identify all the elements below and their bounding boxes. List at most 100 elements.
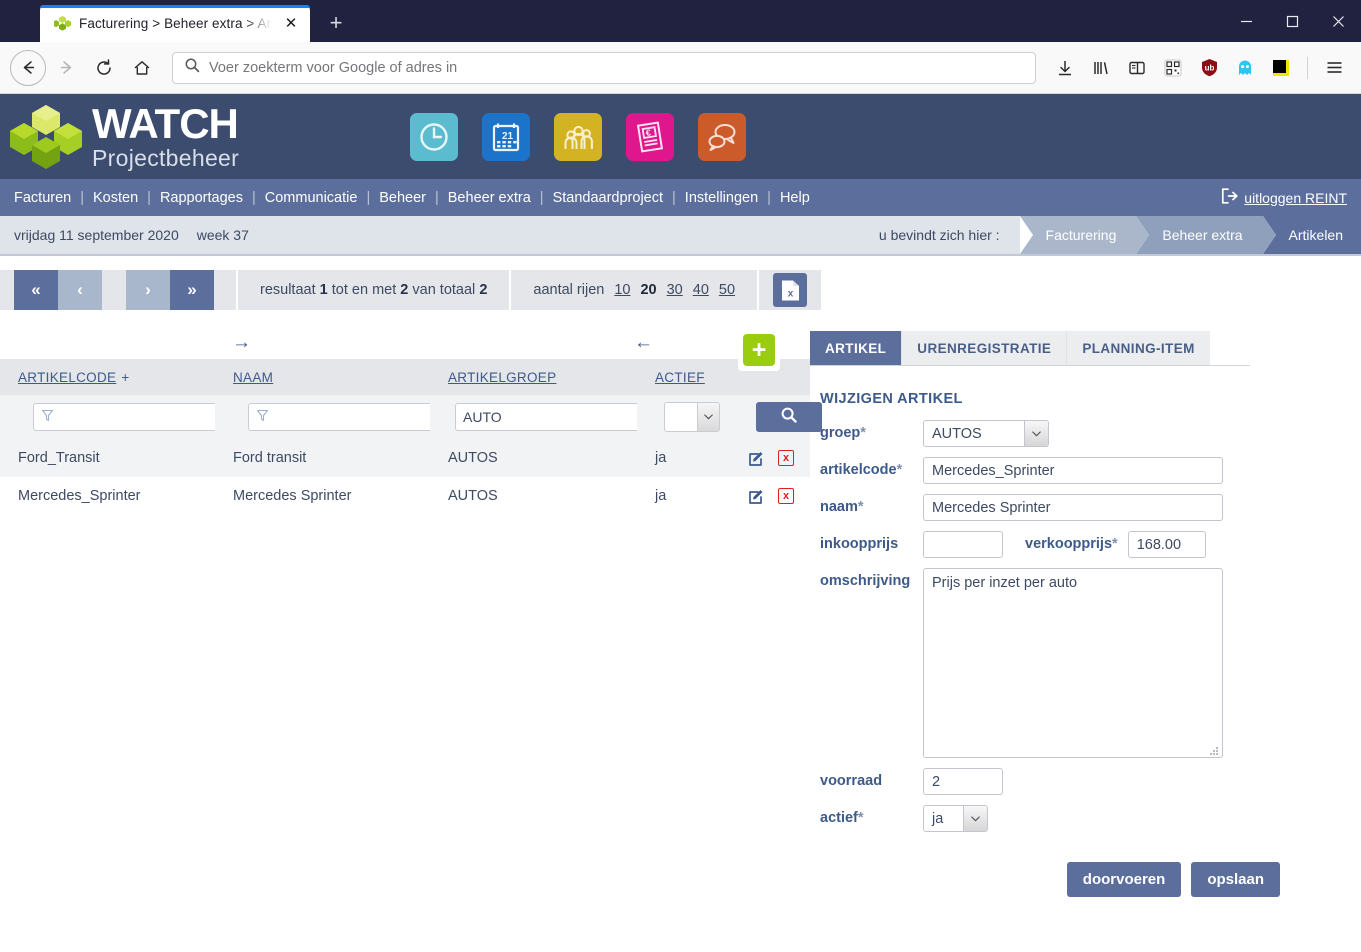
nav-item-communicatie[interactable]: Communicatie (265, 190, 358, 206)
calendar-icon[interactable]: 21 (482, 112, 530, 161)
filter-input-naam[interactable] (248, 403, 452, 431)
filter-cell-search (730, 395, 822, 439)
filter-cell-artikelcode (0, 395, 237, 439)
nav-item-beheer-extra[interactable]: Beheer extra (448, 190, 531, 206)
table-header-row: ARTIKELCODE + NAAM ARTIKELGROEP ACTIEF (0, 359, 810, 395)
edit-icon[interactable] (748, 488, 765, 505)
select-actief[interactable]: ja (923, 805, 988, 832)
ublock-origin-icon[interactable]: ub (1192, 51, 1226, 85)
input-naam[interactable]: Mercedes Sprinter (923, 494, 1223, 521)
filter-input-artikelgroep[interactable]: AUTO (455, 403, 655, 431)
delete-icon[interactable]: x (778, 488, 794, 504)
search-icon (184, 57, 200, 78)
close-tab-icon[interactable]: ✕ (280, 13, 302, 35)
arrow-right-icon[interactable]: → (232, 333, 251, 352)
apply-button[interactable]: doorvoeren (1066, 862, 1182, 897)
minimize-icon[interactable] (1223, 0, 1269, 42)
current-week: week 37 (196, 227, 249, 243)
articles-grid-panel: → ← + ARTIKELCODE + NAAM ARTIKELGROEP AC… (0, 256, 822, 952)
delete-icon[interactable]: x (778, 450, 794, 466)
articles-table: ARTIKELCODE + NAAM ARTIKELGROEP ACTIEF A… (0, 359, 822, 515)
edit-icon[interactable] (748, 450, 765, 467)
column-header-actief[interactable]: ACTIEF (637, 359, 730, 395)
column-header-naam[interactable]: NAAM (215, 359, 430, 395)
chevron-down-icon (963, 806, 987, 831)
close-window-icon[interactable] (1315, 0, 1361, 42)
field-row-voorraad: voorraad 2 (810, 768, 1361, 795)
nav-item-instellingen[interactable]: Instellingen (685, 190, 758, 206)
clock-icon[interactable] (410, 112, 458, 161)
search-button[interactable] (756, 402, 822, 432)
table-row[interactable]: Ford_Transit Ford transit AUTOS ja x (0, 439, 810, 477)
input-verkoopprijs[interactable]: 168.00 (1127, 531, 1206, 558)
breadcrumb-here-label: u bevindt zich hier : (878, 227, 1000, 243)
nav-item-rapportages[interactable]: Rapportages (160, 190, 243, 206)
field-row-prijzen: inkoopprijs verkoopprijs* 168.00 (810, 531, 1361, 558)
library-icon[interactable] (1084, 51, 1118, 85)
hamburger-menu-icon[interactable] (1317, 51, 1351, 85)
table-row[interactable]: Mercedes_Sprinter Mercedes Sprinter AUTO… (0, 477, 810, 515)
nav-item-standaardproject[interactable]: Standaardproject (553, 190, 663, 206)
table-head: ARTIKELCODE + NAAM ARTIKELGROEP ACTIEF A… (0, 359, 822, 439)
ghostery-icon[interactable] (1228, 51, 1262, 85)
add-article-button[interactable]: + (743, 334, 775, 366)
label-voorraad: voorraad (820, 773, 883, 789)
url-input[interactable]: Voer zoekterm voor Google of adres in (209, 60, 457, 76)
filter-cell-naam (215, 395, 452, 439)
nav-item-help[interactable]: Help (780, 190, 810, 206)
breadcrumb-item-facturering[interactable]: Facturering (1019, 216, 1150, 254)
app-logo[interactable]: WATCH Projectbeheer (10, 103, 410, 171)
arrow-left-icon[interactable]: ← (634, 333, 653, 352)
url-bar[interactable]: Voer zoekterm voor Google of adres in (172, 51, 1036, 84)
select-groep[interactable]: AUTOS (923, 420, 1049, 447)
cell-actief: ja (655, 450, 667, 466)
download-icon[interactable] (1048, 51, 1082, 85)
label-groep: groep* (810, 420, 923, 447)
filter-input-artikelcode[interactable] (33, 403, 237, 431)
logout-button[interactable]: uitloggen REINT (1221, 188, 1347, 207)
breadcrumb-item-artikelen[interactable]: Artikelen (1262, 216, 1361, 254)
input-inkoopprijs[interactable] (923, 531, 1003, 558)
nav-item-beheer[interactable]: Beheer (379, 190, 426, 206)
chat-icon[interactable] (698, 112, 746, 161)
label-artikelcode-text: artikelcode (820, 462, 897, 478)
form-action-buttons: doorvoeren opslaan (810, 862, 1361, 897)
black-yellow-square-icon[interactable] (1264, 51, 1298, 85)
resize-handle-icon[interactable] (1209, 744, 1219, 755)
filter-select-actief[interactable] (664, 402, 720, 432)
field-row-actief: actief* ja (810, 805, 1361, 832)
maximize-icon[interactable] (1269, 0, 1315, 42)
back-arrow-icon[interactable] (10, 49, 46, 86)
qr-code-icon[interactable] (1156, 51, 1190, 85)
column-header-artikelgroep[interactable]: ARTIKELGROEP (430, 359, 637, 395)
textarea-omschrijving[interactable]: Prijs per inzet per auto (923, 568, 1223, 758)
nav-separator: | (366, 189, 371, 206)
nav-separator: | (539, 189, 544, 206)
status-breadcrumb-bar: vrijdag 11 september 2020 week 37 u bevi… (0, 216, 1361, 254)
home-icon[interactable] (124, 50, 160, 86)
table-filter-row: AUTO (0, 395, 822, 439)
breadcrumb-item-beheer-extra[interactable]: Beheer extra (1136, 216, 1276, 254)
input-artikelcode[interactable]: Mercedes_Sprinter (923, 457, 1223, 484)
tab-title: Facturering > Beheer extra > Ar (79, 16, 272, 31)
select-groep-value: AUTOS (932, 425, 982, 442)
new-tab-button[interactable]: + (320, 7, 352, 39)
column-header-artikelcode[interactable]: ARTIKELCODE + (0, 359, 215, 395)
browser-tab[interactable]: Facturering > Beheer extra > Ar ✕ (40, 5, 310, 42)
label-omschrijving: omschrijving (820, 573, 911, 589)
textarea-omschrijving-value: Prijs per inzet per auto (932, 575, 1078, 591)
nav-item-kosten[interactable]: Kosten (93, 190, 138, 206)
nav-item-facturen[interactable]: Facturen (14, 190, 71, 206)
sidebar-icon[interactable] (1120, 51, 1154, 85)
reload-icon[interactable] (86, 50, 122, 86)
save-button[interactable]: opslaan (1191, 862, 1280, 897)
tab-urenregistratie[interactable]: URENREGISTRATIE (901, 331, 1067, 365)
tab-planning-item[interactable]: PLANNING-ITEM (1066, 331, 1210, 365)
input-voorraad[interactable]: 2 (923, 768, 1003, 795)
people-icon[interactable] (554, 112, 602, 161)
tab-artikel[interactable]: ARTIKEL (810, 331, 902, 365)
nav-separator: | (251, 189, 256, 206)
required-marker: * (860, 425, 866, 441)
app-shortcut-icons: 21 € (410, 112, 746, 161)
invoice-euro-icon[interactable]: € (626, 112, 674, 161)
